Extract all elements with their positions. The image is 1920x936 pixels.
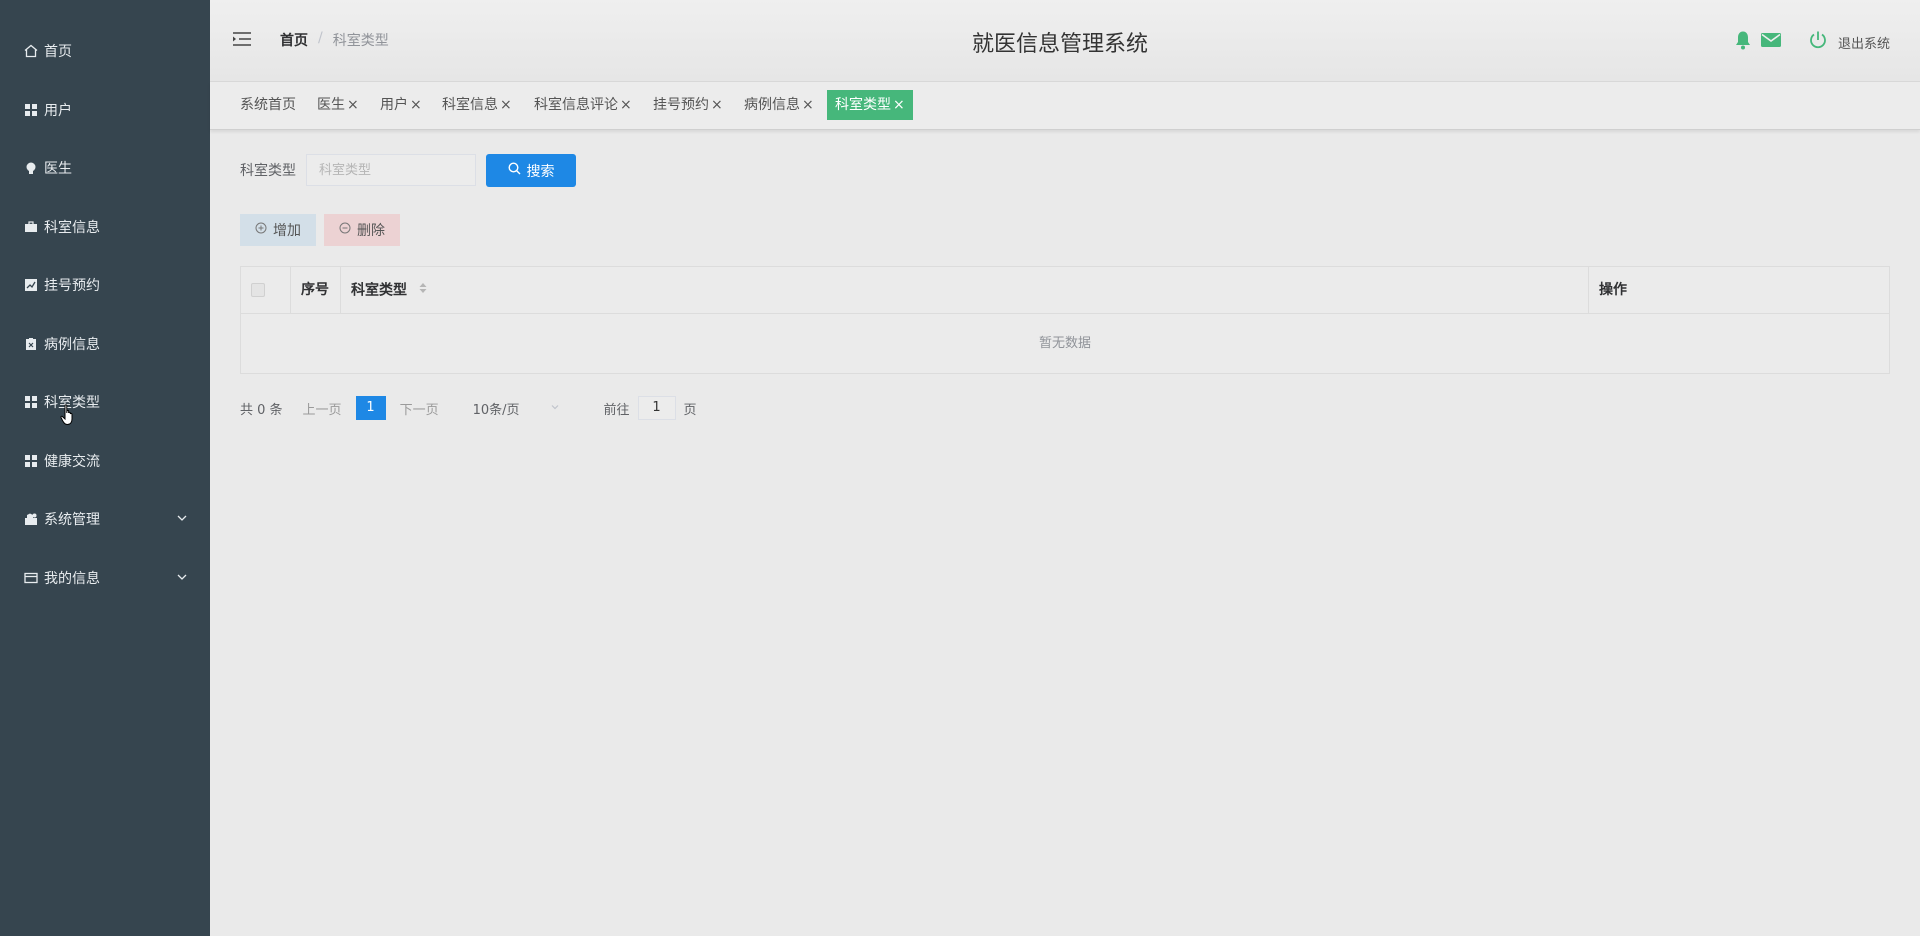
tag-department-type[interactable]: 科室类型 × [827, 90, 913, 120]
sidebar-item-label: 我的信息 [44, 571, 100, 587]
sidebar-item-label: 科室信息 [44, 220, 100, 236]
sidebar-item-case-info[interactable]: 病例信息 [0, 315, 210, 373]
empty-state: 暂无数据 [1038, 336, 1091, 351]
table-header: 序号 科室类型 操作 [241, 267, 1889, 314]
top-header: 首页 / 科室类型 就医信息管理系统 退出系统 [210, 0, 1920, 82]
sort-icon[interactable] [418, 267, 428, 314]
sidebar-item-home[interactable]: 首页 [0, 22, 210, 80]
mail-icon[interactable] [1760, 31, 1782, 53]
home-icon [24, 44, 38, 58]
sidebar-item-department-info[interactable]: 科室信息 [0, 198, 210, 256]
pagination-total: 共 0 条 [240, 402, 283, 418]
sidebar: 首页 用户 医生 科室信息 挂号预约 病例信息 科室类型 健康交流 系统管理 我… [0, 0, 210, 936]
tag-label: 系统首页 [240, 97, 296, 113]
grid-icon [24, 395, 38, 409]
tag-label: 病例信息 [744, 97, 800, 113]
search-button[interactable]: 搜索 [486, 154, 576, 187]
tag-department-comments[interactable]: 科室信息评论 × [530, 90, 636, 120]
tag-label: 用户 [380, 97, 408, 113]
close-icon[interactable]: × [410, 97, 422, 113]
sidebar-item-label: 健康交流 [44, 454, 100, 470]
sidebar-item-label: 用户 [44, 103, 72, 119]
sidebar-item-my-info[interactable]: 我的信息 [0, 549, 210, 607]
tag-system-home[interactable]: 系统首页 [236, 90, 300, 120]
column-header-label: 科室类型 [351, 282, 407, 299]
bell-icon[interactable] [1734, 30, 1752, 54]
next-page-button[interactable]: 下一页 [400, 399, 439, 418]
tag-label: 科室信息评论 [534, 97, 618, 113]
grid-icon [24, 103, 38, 117]
search-button-label: 搜索 [526, 163, 555, 180]
sidebar-item-users[interactable]: 用户 [0, 81, 210, 139]
goto-suffix: 页 [683, 402, 697, 418]
delete-button-label: 删除 [357, 223, 385, 239]
sidebar-item-label: 科室类型 [44, 395, 100, 411]
logout-label: 退出系统 [1837, 36, 1890, 52]
chevron-down-icon [550, 401, 560, 416]
goto-page-input[interactable]: 1 [637, 396, 676, 420]
close-icon[interactable]: × [711, 97, 723, 113]
select-all-cell [241, 267, 291, 314]
close-icon[interactable]: × [802, 97, 814, 113]
app-title: 就医信息管理系统 [971, 32, 1148, 57]
search-label: 科室类型 [240, 163, 296, 179]
bulb-icon [24, 161, 38, 175]
close-icon[interactable]: × [620, 97, 632, 113]
sidebar-item-label: 首页 [44, 44, 72, 60]
close-icon[interactable]: × [500, 97, 512, 113]
card-icon [24, 571, 38, 585]
data-table: 序号 科室类型 操作 暂无数据 [240, 266, 1890, 374]
sidebar-item-label: 系统管理 [44, 512, 100, 528]
tag-label: 医生 [317, 97, 345, 113]
tag-department-info[interactable]: 科室信息 × [438, 90, 516, 120]
sidebar-item-appointment[interactable]: 挂号预约 [0, 256, 210, 314]
close-icon[interactable]: × [893, 97, 905, 113]
sidebar-item-department-type[interactable]: 科室类型 [0, 373, 210, 431]
tag-users[interactable]: 用户 × [376, 90, 426, 120]
column-header-index: 序号 [291, 267, 341, 314]
column-header-actions: 操作 [1599, 282, 1627, 298]
tags-view-bar: 系统首页 医生 × 用户 × 科室信息 × 科室信息评论 × 挂号预约 × 病例信息 × 科… [210, 82, 1920, 130]
sidebar-item-label: 医生 [44, 161, 72, 177]
power-icon [1808, 30, 1828, 54]
grid-icon [24, 454, 38, 468]
add-button[interactable]: 增加 [240, 214, 316, 246]
delete-button[interactable]: 删除 [324, 214, 400, 246]
column-header-department-type[interactable]: 科室类型 [341, 267, 1589, 314]
search-icon [507, 162, 521, 179]
logout-button[interactable]: 退出系统 [1808, 30, 1890, 54]
sidebar-item-label: 挂号预约 [44, 278, 100, 294]
sidebar-item-label: 病例信息 [44, 337, 100, 353]
chevron-down-icon [176, 512, 188, 528]
tag-appointment[interactable]: 挂号预约 × [649, 90, 727, 120]
sidebar-item-health-exchange[interactable]: 健康交流 [0, 432, 210, 490]
chart-icon [24, 278, 38, 292]
tag-label: 科室类型 [835, 97, 891, 113]
page-size-value: 10条/页 [472, 402, 520, 418]
close-icon[interactable]: × [347, 97, 359, 113]
pagination: 共 0 条 上一页 1 下一页 10条/页 前往 1 页 [240, 396, 697, 420]
tag-case-info[interactable]: 病例信息 × [740, 90, 818, 120]
select-all-checkbox[interactable] [251, 283, 265, 297]
prev-page-button[interactable]: 上一页 [303, 399, 342, 418]
tag-doctor[interactable]: 医生 × [313, 90, 363, 120]
minus-circle-icon [339, 222, 351, 238]
gear-icon [24, 512, 38, 526]
search-input[interactable] [306, 154, 476, 186]
plus-circle-icon [255, 222, 267, 238]
chevron-down-icon [176, 571, 188, 587]
goto-page: 前往 1 页 [604, 396, 697, 420]
tag-label: 挂号预约 [653, 97, 709, 113]
clipboard-icon [24, 337, 38, 351]
add-button-label: 增加 [273, 223, 301, 239]
goto-label: 前往 [603, 402, 630, 418]
sidebar-item-system-management[interactable]: 系统管理 [0, 490, 210, 548]
page-number-current[interactable]: 1 [355, 396, 386, 420]
briefcase-icon [24, 220, 38, 234]
sidebar-item-doctor[interactable]: 医生 [0, 139, 210, 197]
tag-label: 科室信息 [442, 97, 498, 113]
page-size-select[interactable]: 10条/页 [473, 399, 560, 418]
header-actions: 退出系统 [1734, 30, 1890, 54]
